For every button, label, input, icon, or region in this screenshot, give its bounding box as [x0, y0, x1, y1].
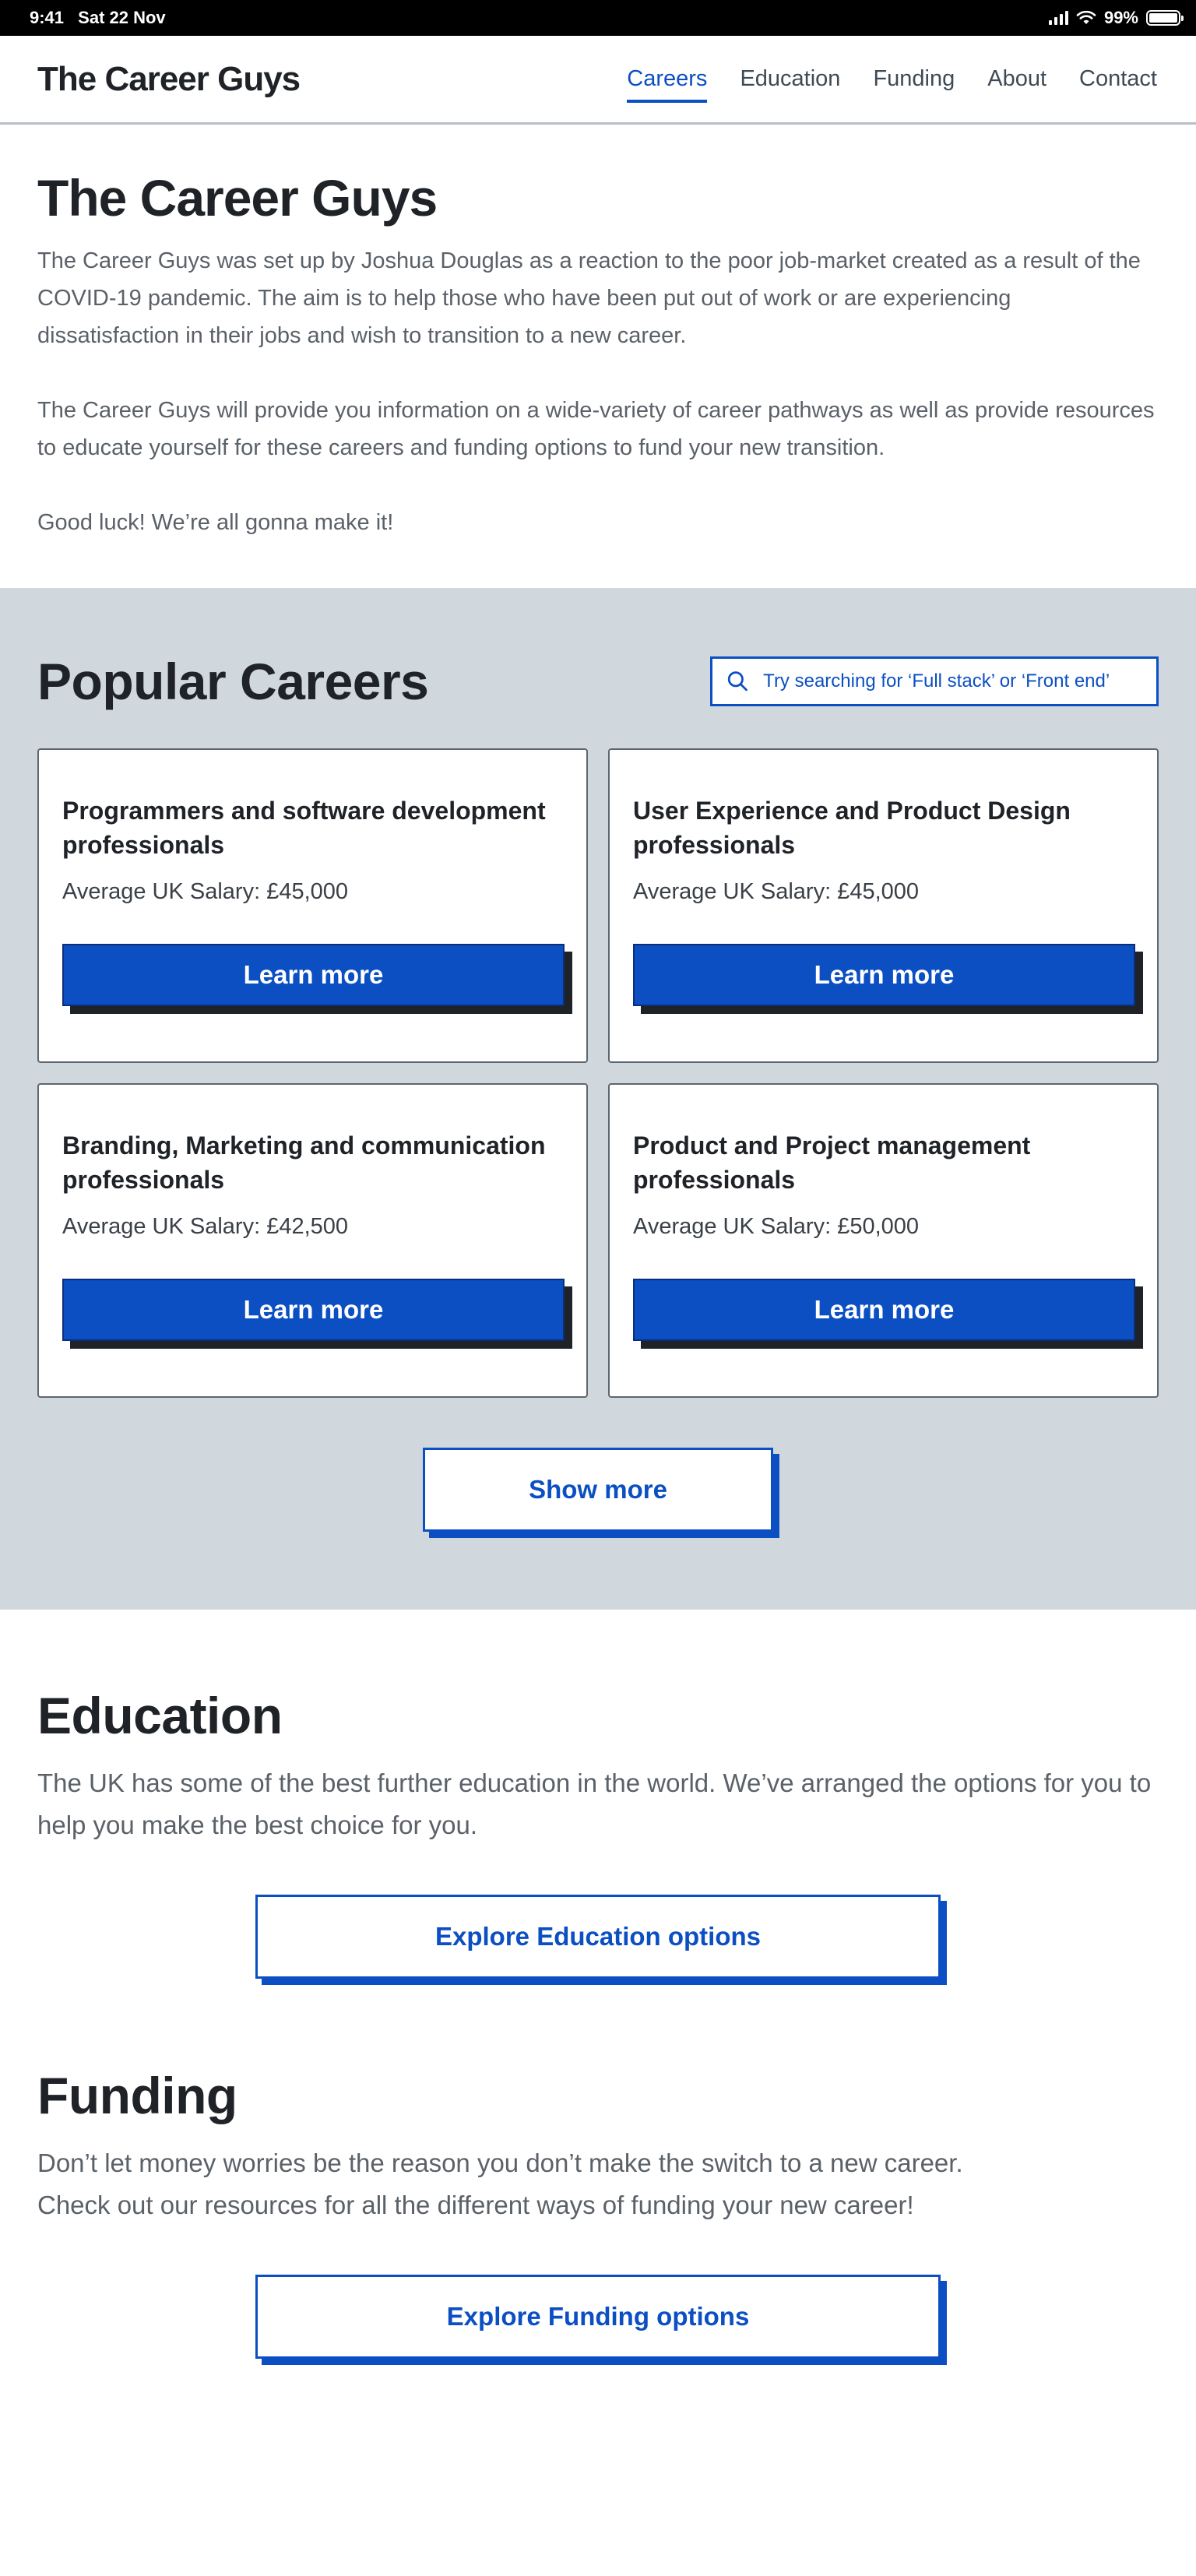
- status-right: 99%: [1048, 8, 1184, 28]
- learn-more-button[interactable]: Learn more: [62, 943, 565, 1006]
- career-card: Product and Project management professio…: [608, 1082, 1159, 1398]
- career-card-salary: Average UK Salary: £45,000: [633, 878, 920, 904]
- funding-section: Funding Don’t let money worries be the r…: [0, 1979, 1196, 2359]
- intro-title: The Career Guys: [37, 169, 438, 227]
- explore-education-button[interactable]: Explore Education options: [255, 1894, 941, 1979]
- career-card: User Experience and Product Design profe…: [608, 748, 1159, 1063]
- nav-link-funding[interactable]: Funding: [873, 60, 955, 98]
- intro-paragraph: The Career Guys was set up by Joshua Dou…: [37, 248, 1141, 348]
- funding-title: Funding: [37, 2066, 237, 2124]
- career-search[interactable]: [710, 656, 1159, 706]
- explore-funding-button[interactable]: Explore Funding options: [255, 2274, 941, 2359]
- site-logo[interactable]: The Career Guys: [37, 60, 301, 99]
- status-date: Sat 22 Nov: [78, 8, 166, 27]
- wifi-icon: [1076, 10, 1096, 24]
- funding-line: Check out our resources for all the diff…: [37, 2190, 914, 2219]
- nav-link-education[interactable]: Education: [740, 60, 840, 98]
- education-section: Education The UK has some of the best fu…: [0, 1610, 1196, 1979]
- page: 9:41 Sat 22 Nov 99% The Career Guys Care…: [0, 0, 1196, 2576]
- status-time: 9:41: [30, 8, 65, 27]
- nav-links: Careers Education Funding About Contact: [627, 36, 1157, 122]
- funding-line: Don’t let money worries be the reason yo…: [37, 2148, 963, 2177]
- status-bar: 9:41 Sat 22 Nov 99%: [0, 0, 1196, 36]
- funding-cta: Explore Funding options: [37, 2274, 1159, 2359]
- status-left: 9:41 Sat 22 Nov: [30, 8, 175, 28]
- intro-paragraph: Good luck! We’re all gonna make it!: [37, 509, 394, 535]
- search-icon: [727, 670, 748, 691]
- nav-link-contact[interactable]: Contact: [1079, 60, 1157, 98]
- education-cta: Explore Education options: [37, 1894, 1159, 1979]
- popular-careers-section: Popular Careers Programmers and software…: [0, 587, 1196, 1610]
- education-text: The UK has some of the best further educ…: [37, 1768, 1152, 1839]
- education-title: Education: [37, 1686, 283, 1744]
- search-input[interactable]: [763, 670, 1142, 692]
- learn-more-button[interactable]: Learn more: [633, 943, 1135, 1006]
- show-more-wrap: Show more: [37, 1447, 1159, 1532]
- career-card: Programmers and software development pro…: [37, 748, 588, 1063]
- nav-link-careers[interactable]: Careers: [627, 60, 708, 103]
- cellular-signal-icon: [1048, 11, 1068, 25]
- learn-more-button[interactable]: Learn more: [62, 1278, 565, 1341]
- career-card-title: Branding, Marketing and communication pr…: [62, 1131, 546, 1194]
- intro-paragraph: The Career Guys will provide you informa…: [37, 397, 1155, 460]
- show-more-button[interactable]: Show more: [423, 1447, 773, 1532]
- learn-more-button[interactable]: Learn more: [633, 1278, 1135, 1341]
- career-card-title: Programmers and software development pro…: [62, 796, 546, 859]
- intro-section: The Career Guys The Career Guys was set …: [0, 125, 1196, 588]
- career-card-title: User Experience and Product Design profe…: [633, 796, 1071, 859]
- career-card-salary: Average UK Salary: £50,000: [633, 1213, 920, 1239]
- career-card: Branding, Marketing and communication pr…: [37, 1082, 588, 1398]
- career-card-title: Product and Project management professio…: [633, 1131, 1031, 1194]
- careers-header: Popular Careers: [37, 652, 1159, 711]
- funding-text: Don’t let money worries be the reason yo…: [37, 2142, 1159, 2226]
- nav-link-about[interactable]: About: [987, 60, 1046, 98]
- battery-percent: 99%: [1103, 8, 1138, 27]
- career-cards-grid: Programmers and software development pro…: [37, 748, 1159, 1398]
- top-navigation: The Career Guys Careers Education Fundin…: [0, 36, 1196, 125]
- career-card-salary: Average UK Salary: £42,500: [62, 1213, 349, 1239]
- careers-title: Popular Careers: [37, 652, 429, 710]
- career-card-salary: Average UK Salary: £45,000: [62, 878, 349, 904]
- battery-icon: [1146, 10, 1184, 26]
